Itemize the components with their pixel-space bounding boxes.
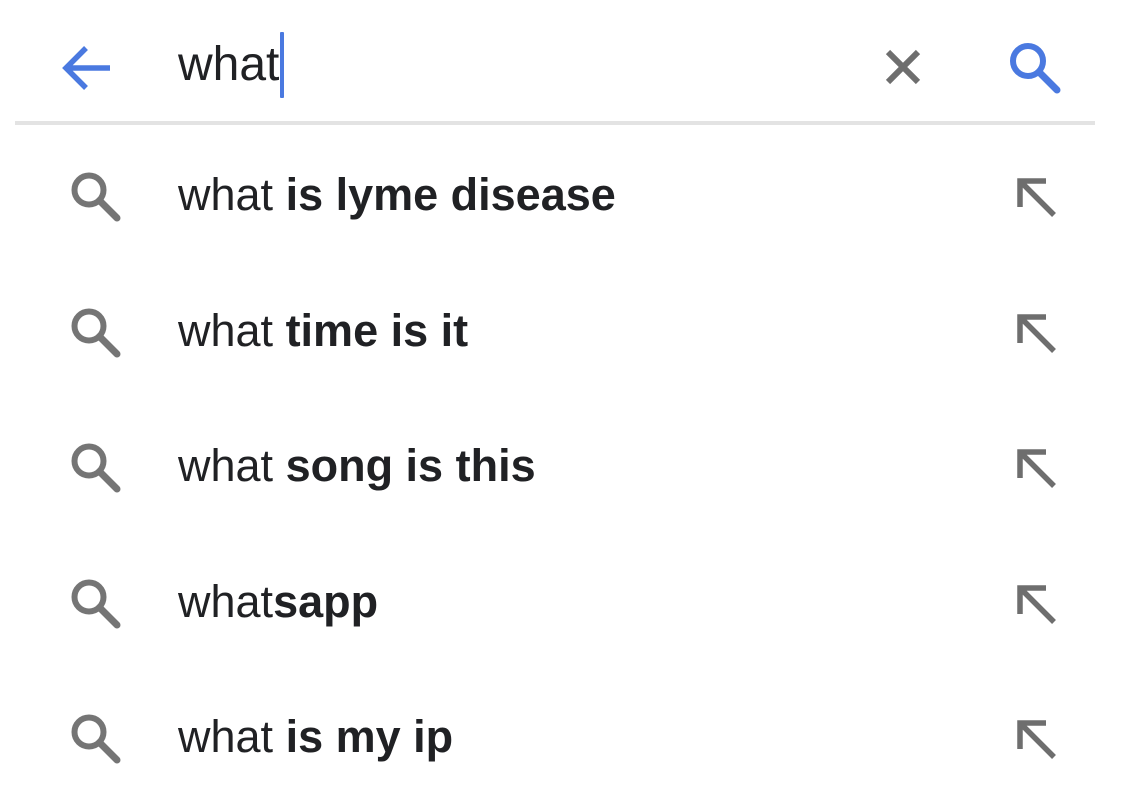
suggestion-item[interactable]: what time is it (0, 261, 1125, 397)
arrow-up-left-icon[interactable] (1010, 307, 1062, 359)
arrow-left-icon (62, 46, 110, 90)
suggestion-completion: is lyme disease (273, 169, 616, 220)
suggestion-prefix: what (178, 304, 274, 356)
suggestion-text: what is my ip (178, 711, 453, 763)
suggestion-completion: time is it (273, 304, 469, 356)
suggestion-completion: song is this (273, 440, 536, 491)
suggestion-text: what is lyme disease (178, 169, 616, 221)
text-cursor (280, 32, 285, 98)
search-query-text: what (178, 38, 280, 91)
close-icon (885, 49, 921, 85)
suggestion-text: what song is this (178, 440, 536, 492)
clear-button[interactable] (878, 42, 928, 92)
suggestion-completion: is my ip (273, 711, 454, 762)
suggestion-prefix: what (178, 711, 274, 762)
arrow-up-left-icon[interactable] (1010, 442, 1062, 494)
suggestion-item[interactable]: what is lyme disease (0, 125, 1125, 261)
suggestion-item[interactable]: what is my ip (0, 667, 1125, 803)
suggestion-completion: sapp (273, 575, 379, 627)
arrow-up-left-icon[interactable] (1010, 171, 1062, 223)
search-input[interactable]: what (178, 30, 285, 100)
search-button[interactable] (1004, 37, 1064, 97)
search-bar: what (0, 0, 1125, 122)
search-icon (71, 308, 121, 357)
search-icon (71, 579, 121, 628)
suggestion-item[interactable]: what song is this (0, 396, 1125, 532)
suggestion-prefix: what (178, 440, 274, 491)
arrow-up-left-icon[interactable] (1010, 713, 1062, 765)
back-button[interactable] (58, 40, 116, 96)
search-icon (1010, 43, 1061, 94)
suggestion-item[interactable]: whatsapp (0, 532, 1125, 668)
suggestion-text: whatsapp (178, 576, 378, 628)
suggestion-text: what time is it (178, 305, 468, 357)
search-icon (71, 714, 121, 764)
suggestion-list: what is lyme disease what time is it wha… (0, 125, 1125, 803)
suggestion-prefix: what (178, 575, 274, 627)
suggestion-prefix: what (178, 169, 274, 220)
arrow-up-left-icon[interactable] (1010, 578, 1062, 630)
search-icon (71, 172, 121, 222)
search-icon (71, 443, 121, 493)
